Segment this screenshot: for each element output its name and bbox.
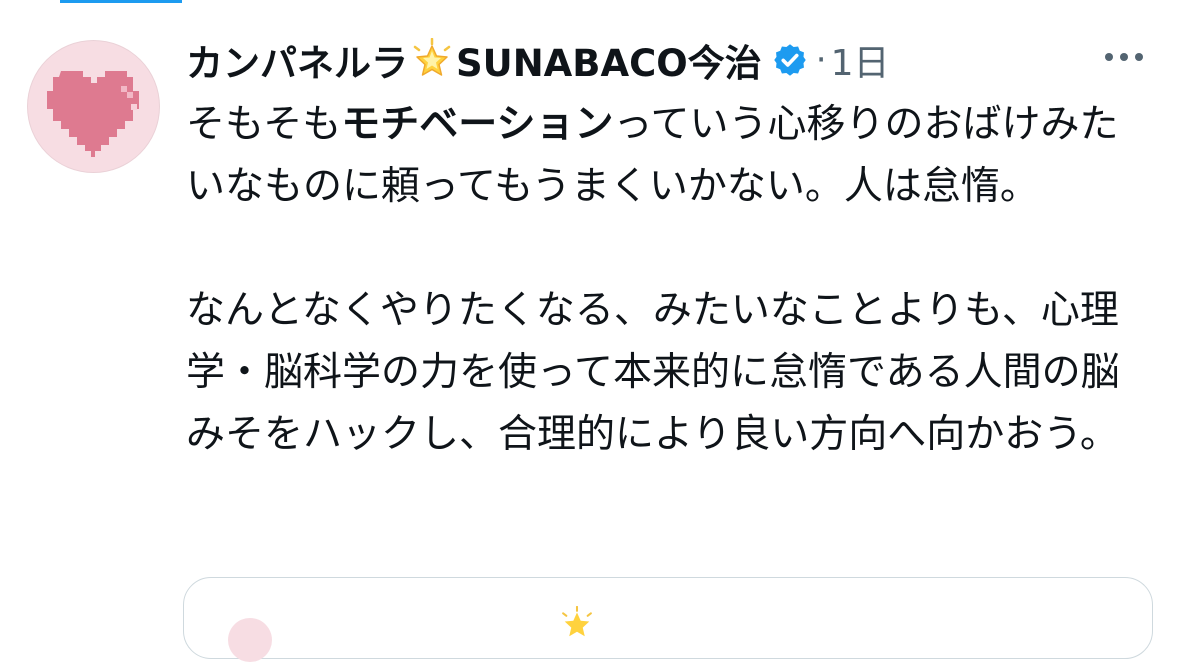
avatar[interactable] [27, 40, 160, 173]
tweet-text-part: そもそも [186, 102, 342, 147]
tweet-text-paragraph-2: なんとなくやりたくなる、みたいなことよりも、心理学・脳科学の力を使って本来的に怠… [186, 288, 1120, 457]
glowing-star-icon [562, 606, 592, 637]
tweet-text-bold: モチベーション [341, 102, 614, 147]
author-org[interactable]: SUNABACO今治 [456, 33, 762, 87]
author-name[interactable]: カンパネルラ [186, 33, 408, 87]
separator-dot: · [815, 40, 827, 80]
quoted-tweet-card[interactable] [183, 577, 1153, 662]
timestamp[interactable]: 1日 [831, 34, 890, 86]
verified-badge-icon [774, 44, 806, 76]
quoted-avatar [228, 618, 272, 662]
tweet-text: そもそもモチベーションっていう心移りのおばけみたいなものに頼ってもうまくいかない… [186, 94, 1146, 466]
tweet-header: カンパネルラ SUNABACO今治 · 1日 [186, 34, 889, 86]
more-options-icon[interactable] [1101, 47, 1147, 67]
glowing-star-icon [413, 38, 451, 76]
active-tab-indicator [60, 0, 182, 3]
pixel-heart-icon [47, 71, 139, 157]
